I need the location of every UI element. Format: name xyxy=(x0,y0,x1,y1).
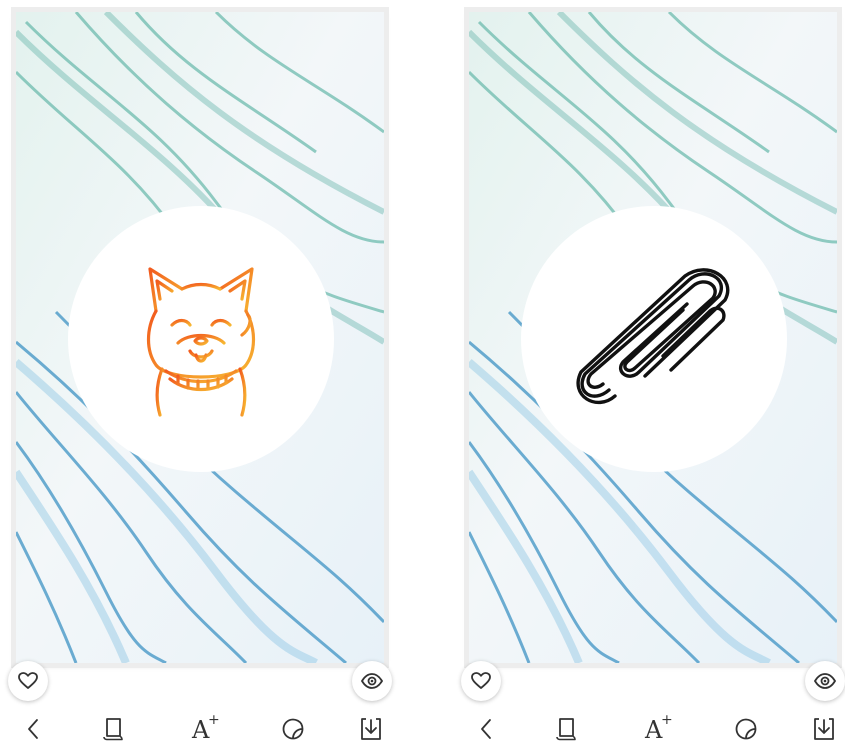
layer-button[interactable] xyxy=(96,712,130,746)
screen-left: A + xyxy=(8,0,400,752)
download-button[interactable] xyxy=(354,712,388,746)
add-text-button[interactable]: A + xyxy=(641,712,675,746)
add-text-plus: + xyxy=(661,712,673,728)
add-text-glyph: A xyxy=(192,716,210,744)
screen-right: A + xyxy=(461,0,845,752)
heart-icon xyxy=(471,672,491,689)
chevron-left-icon xyxy=(481,719,491,739)
sticker-button[interactable] xyxy=(276,712,310,746)
layer-icon xyxy=(556,718,576,741)
sticker-circle[interactable] xyxy=(68,206,334,472)
sticker-button[interactable] xyxy=(729,712,763,746)
like-button[interactable] xyxy=(8,661,48,701)
download-icon xyxy=(814,718,834,740)
preview-button[interactable] xyxy=(352,661,392,701)
add-text-plus: + xyxy=(208,712,220,728)
add-text-icon: A + xyxy=(192,712,220,744)
back-button[interactable] xyxy=(469,712,503,746)
bottom-toolbar: A + xyxy=(463,712,845,746)
preview-button[interactable] xyxy=(805,661,845,701)
download-button[interactable] xyxy=(807,712,841,746)
layer-button[interactable] xyxy=(549,712,583,746)
sticker-icon xyxy=(735,718,757,740)
bottom-toolbar: A + xyxy=(10,712,400,746)
download-icon xyxy=(361,718,381,740)
story-canvas[interactable] xyxy=(469,12,837,663)
eye-icon xyxy=(814,673,836,689)
heart-icon xyxy=(18,672,38,689)
sticker-circle[interactable] xyxy=(521,206,787,472)
add-text-button[interactable]: A + xyxy=(188,712,222,746)
back-button[interactable] xyxy=(16,712,50,746)
add-text-icon: A + xyxy=(645,712,673,744)
paperclip-sticker[interactable] xyxy=(569,264,739,414)
sticker-icon xyxy=(282,718,304,740)
eye-icon xyxy=(361,673,383,689)
layer-icon xyxy=(103,718,123,741)
dog-sticker[interactable] xyxy=(126,259,276,419)
story-canvas[interactable] xyxy=(16,12,384,663)
chevron-left-icon xyxy=(28,719,38,739)
like-button[interactable] xyxy=(461,661,501,701)
add-text-glyph: A xyxy=(645,716,663,744)
